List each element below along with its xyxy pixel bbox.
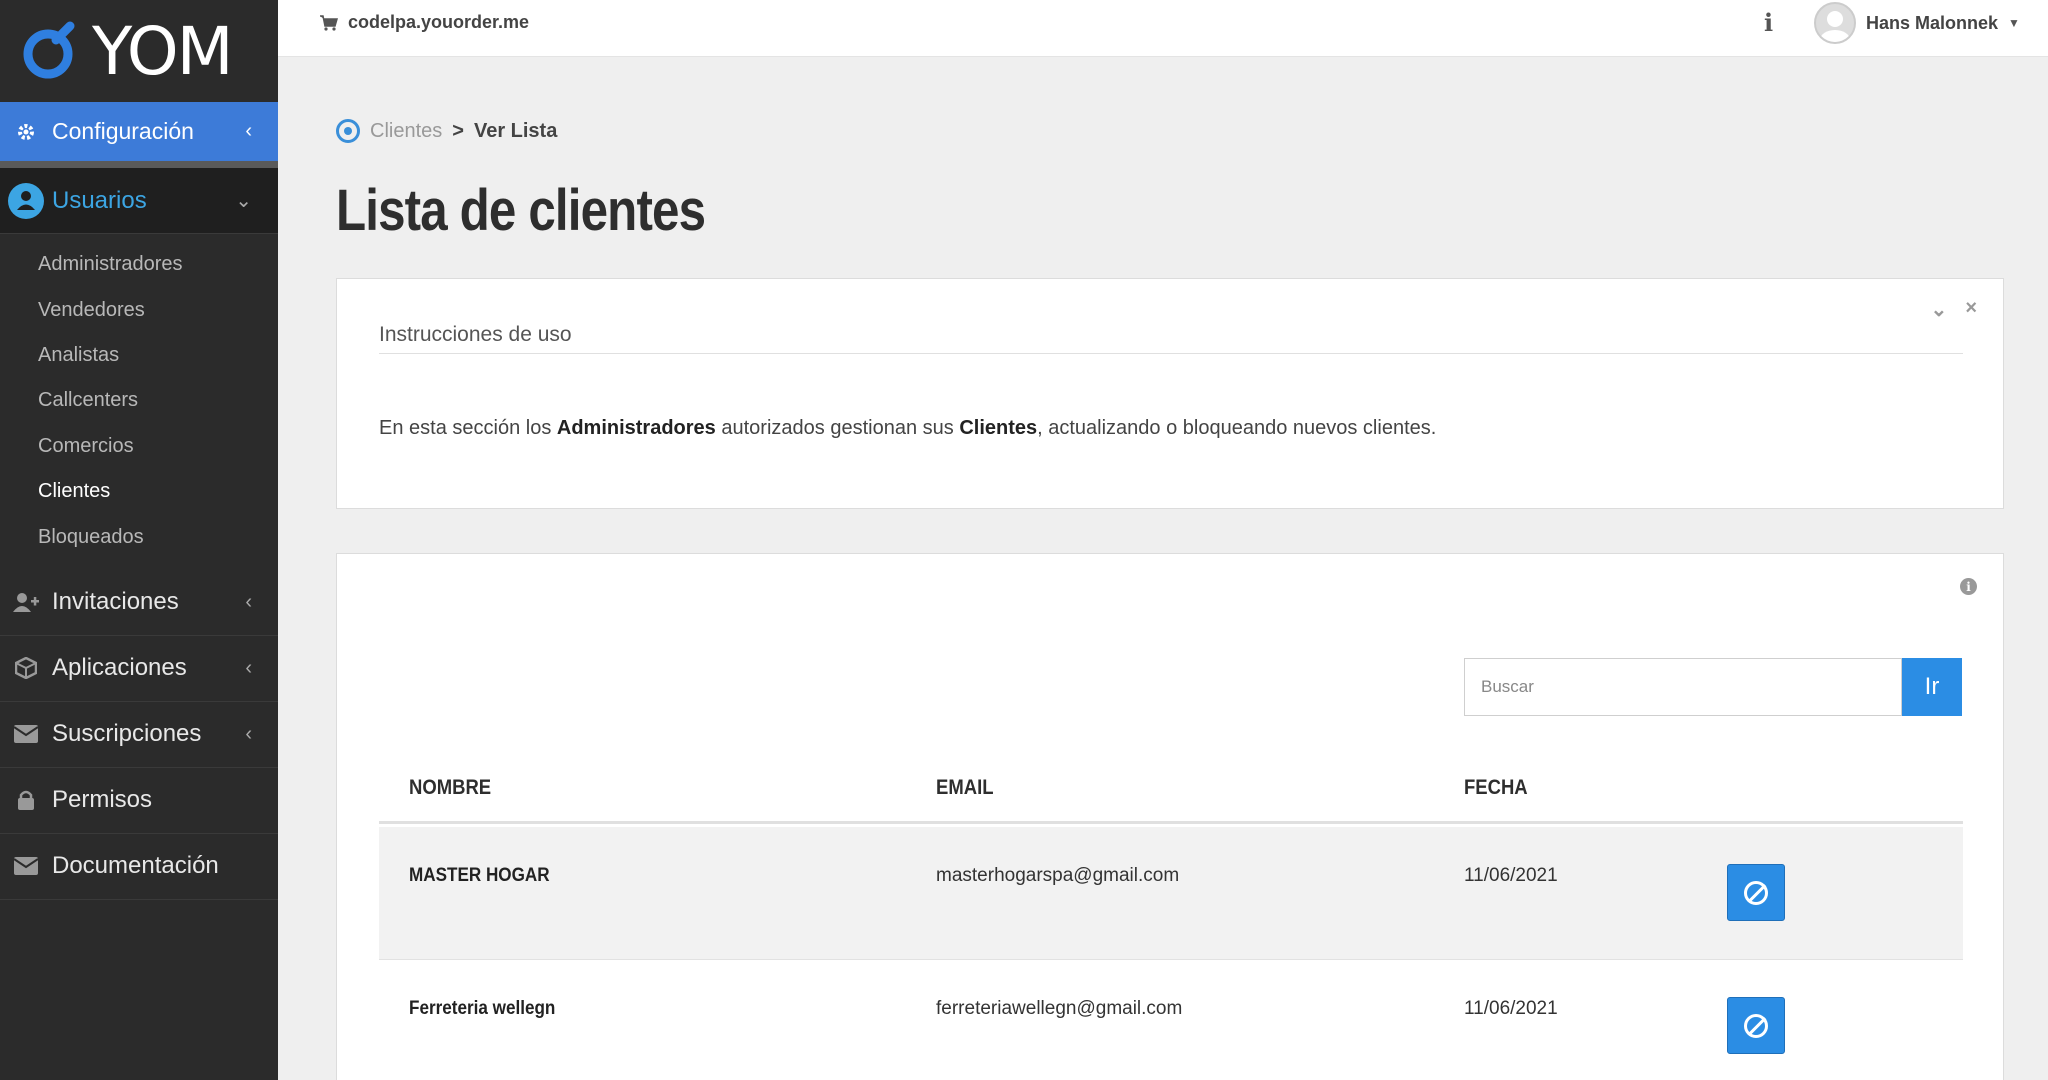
ban-icon: [1744, 880, 1768, 905]
table-row: MASTER HOGAR masterhogarspa@gmail.com 11…: [379, 827, 1963, 960]
breadcrumb-link-clientes[interactable]: Clientes: [370, 120, 442, 143]
sidebar-item-label: Aplicaciones: [52, 654, 187, 682]
lock-icon: [0, 790, 52, 811]
sidebar-subitem-bloqueados[interactable]: Bloqueados: [0, 514, 278, 559]
breadcrumb-separator: >: [452, 119, 464, 142]
info-icon[interactable]: i: [1960, 578, 1977, 595]
sidebar-subitem-clientes[interactable]: Clientes: [0, 469, 278, 514]
sidebar: YOM Configuración ‹ Usuarios ⌄ Administr…: [0, 0, 278, 1080]
search-button[interactable]: Ir: [1902, 658, 1962, 716]
sidebar-item-label: Permisos: [52, 786, 153, 814]
client-date: 11/06/2021: [1464, 998, 1558, 1019]
sidebar-subitem-vendedores[interactable]: Vendedores: [0, 287, 278, 332]
info-icon[interactable]: i: [1764, 8, 1773, 37]
sidebar-item-invitaciones[interactable]: Invitaciones ‹: [0, 570, 278, 636]
ban-icon: [1744, 1013, 1768, 1038]
breadcrumb: Clientes > Ver Lista: [336, 119, 557, 143]
avatar: [1814, 2, 1856, 44]
yom-logo-icon: [23, 21, 75, 79]
users-submenu: Administradores Vendedores Analistas Cal…: [0, 234, 278, 570]
sidebar-item-label: Documentación: [52, 852, 219, 880]
column-header-email[interactable]: EMAIL: [936, 776, 993, 800]
logo-text: YOM: [92, 12, 234, 90]
target-icon: [336, 119, 360, 143]
user-plus-icon: [0, 592, 52, 613]
sidebar-item-usuarios[interactable]: Usuarios ⌄: [0, 168, 278, 234]
page-title: Lista de clientes: [336, 178, 706, 243]
client-name: Ferreteria wellegn: [409, 998, 556, 1019]
chevron-left-icon: ‹: [245, 590, 252, 613]
store-url: codelpa.youorder.me: [348, 12, 530, 32]
sidebar-item-label: Configuración: [52, 118, 194, 144]
chevron-left-icon: ‹: [245, 120, 252, 142]
user-menu[interactable]: Hans Malonnek ▼: [1814, 2, 2020, 44]
topbar: codelpa.youorder.me i Hans Malonnek ▼: [278, 0, 2048, 57]
cart-icon: [320, 14, 338, 31]
column-header-fecha[interactable]: FECHA: [1464, 776, 1528, 800]
sidebar-item-suscripciones[interactable]: Suscripciones ‹: [0, 702, 278, 768]
sidebar-item-aplicaciones[interactable]: Aplicaciones ‹: [0, 636, 278, 702]
envelope-icon: [0, 725, 52, 744]
collapse-icon[interactable]: ⌄: [1931, 297, 1948, 322]
clients-card: i Ir NOMBRE EMAIL FECHA MASTER HOGAR mas…: [336, 553, 2004, 1080]
sidebar-subitem-callcenters[interactable]: Callcenters: [0, 378, 278, 423]
divider: [379, 353, 1963, 354]
sidebar-item-configuracion[interactable]: Configuración ‹: [0, 102, 278, 168]
client-date: 11/06/2021: [1464, 865, 1558, 886]
instructions-title: Instrucciones de uso: [379, 323, 572, 346]
search-group: Ir: [1464, 658, 1962, 716]
card-tools: ⌄ ×: [1931, 297, 1977, 322]
envelope-icon: [0, 857, 52, 876]
sidebar-item-label: Suscripciones: [52, 720, 202, 748]
block-client-button[interactable]: [1727, 864, 1785, 921]
search-input[interactable]: [1464, 658, 1902, 716]
store-link[interactable]: codelpa.youorder.me: [320, 12, 529, 33]
gear-icon: [0, 122, 52, 142]
user-icon: [0, 182, 52, 219]
sidebar-subitem-analistas[interactable]: Analistas: [0, 333, 278, 378]
instructions-text: En esta sección los Administradores auto…: [379, 417, 1437, 439]
instructions-card: Instrucciones de uso ⌄ × En esta sección…: [336, 278, 2004, 509]
sidebar-item-label: Invitaciones: [52, 588, 179, 616]
client-email: masterhogarspa@gmail.com: [936, 865, 1180, 886]
block-client-button[interactable]: [1727, 997, 1785, 1054]
chevron-left-icon: ‹: [245, 722, 252, 745]
column-header-nombre[interactable]: NOMBRE: [409, 776, 491, 800]
client-email: ferreteriawellegn@gmail.com: [936, 998, 1183, 1019]
chevron-down-icon: ⌄: [235, 190, 252, 212]
caret-down-icon: ▼: [2008, 16, 2020, 30]
close-icon[interactable]: ×: [1965, 297, 1977, 322]
sidebar-item-documentacion[interactable]: Documentación: [0, 834, 278, 900]
chevron-left-icon: ‹: [245, 656, 252, 679]
breadcrumb-current: Ver Lista: [473, 119, 558, 142]
sidebar-subitem-comercios[interactable]: Comercios: [0, 424, 278, 469]
cube-icon: [0, 657, 52, 680]
sidebar-item-permisos[interactable]: Permisos: [0, 768, 278, 834]
logo[interactable]: YOM: [0, 0, 278, 102]
sidebar-item-label: Usuarios: [52, 186, 147, 214]
user-name: Hans Malonnek: [1866, 12, 1999, 33]
table-row: Ferreteria wellegn ferreteriawellegn@gma…: [379, 960, 1963, 1080]
sidebar-subitem-administradores[interactable]: Administradores: [0, 242, 278, 287]
table-header: NOMBRE EMAIL FECHA: [379, 754, 1963, 824]
client-name: MASTER HOGAR: [409, 865, 550, 886]
